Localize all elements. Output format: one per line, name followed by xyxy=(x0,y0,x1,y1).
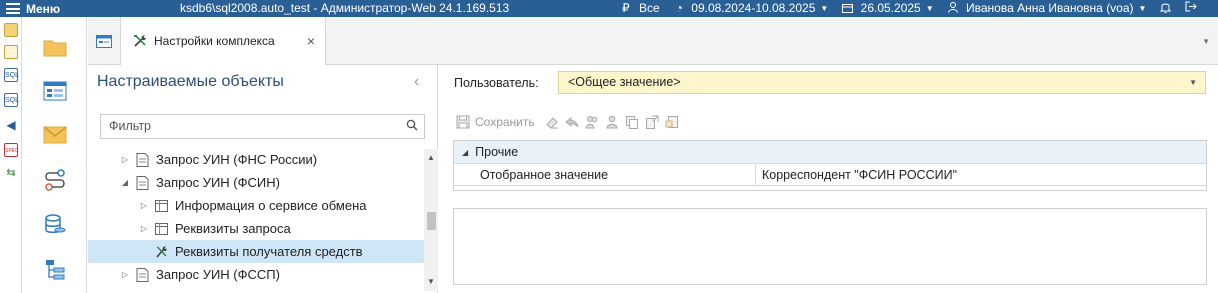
property-value[interactable]: Корреспондент "ФСИН РОССИИ" xyxy=(756,164,1206,185)
tab-strip: Настройки комплекса × ▼ xyxy=(88,17,1218,65)
property-name: Отобранное значение xyxy=(454,164,756,185)
tools-icon xyxy=(156,245,167,257)
expand-icon[interactable]: ▷ xyxy=(139,201,149,210)
folder-icon[interactable] xyxy=(43,36,67,60)
table-icon xyxy=(155,199,168,212)
tree-scrollbar[interactable]: ▲ ▼ xyxy=(424,149,438,291)
configurable-objects-panel: Настраиваемые объекты ‹ Фильтр ▷ Запрос … xyxy=(88,65,438,293)
tree-node[interactable]: ◢ Запрос УИН (ФСИН) xyxy=(88,171,424,194)
collapse-node-icon[interactable]: ◢ xyxy=(462,148,468,157)
bell-icon xyxy=(1160,3,1172,13)
currency-selector[interactable]: ₽ Все xyxy=(622,1,660,16)
scroll-up-icon[interactable]: ▲ xyxy=(427,153,435,162)
tabs-dropdown-icon[interactable]: ▼ xyxy=(1202,37,1210,46)
caret-down-icon: ▼ xyxy=(820,4,829,13)
side-nav xyxy=(22,17,87,293)
date-selector[interactable]: 26.05.2025 ▼ xyxy=(842,1,934,16)
chevron-down-icon: ▼ xyxy=(1189,78,1197,87)
publish-icon[interactable] xyxy=(4,23,18,37)
document-icon xyxy=(136,152,149,167)
desktop-icon xyxy=(96,34,112,48)
copy-icon[interactable] xyxy=(625,115,639,129)
user-group-icon[interactable] xyxy=(585,115,599,129)
database-icon[interactable] xyxy=(43,213,67,237)
user-selector[interactable]: Иванова Анна Ивановна (voa) ▼ xyxy=(947,1,1147,16)
group-row[interactable]: ◢ Прочие xyxy=(454,141,1206,164)
hamburger-icon xyxy=(6,3,20,14)
close-icon[interactable]: × xyxy=(307,33,315,49)
transfer-icon[interactable]: ⇆ xyxy=(4,166,18,180)
collapse-icon[interactable]: ‹ xyxy=(414,73,419,91)
tab-settings[interactable]: Настройки комплекса × xyxy=(120,17,326,65)
save-icon xyxy=(456,115,470,129)
quick-icon-strip: SQL SQL ◀ SPEC ⇆ xyxy=(0,17,22,293)
user-icon xyxy=(947,2,958,13)
route-icon[interactable] xyxy=(43,168,67,192)
tree-icon[interactable] xyxy=(43,258,67,282)
sql-icon[interactable]: SQL xyxy=(4,68,19,82)
tree-node[interactable]: ▷ Запрос УИН (ФССП) xyxy=(88,263,424,286)
tools-icon xyxy=(134,35,146,47)
user-label: Пользователь: xyxy=(454,76,539,90)
caret-down-icon: ▼ xyxy=(925,4,934,13)
top-bar: Меню ksdb6\sql2008.auto_test - Администр… xyxy=(0,0,1218,17)
expand-icon[interactable]: ▷ xyxy=(120,270,130,279)
tab-label: Настройки комплекса xyxy=(154,34,275,48)
filter-input[interactable]: Фильтр xyxy=(100,114,425,139)
menu-label: Меню xyxy=(26,1,61,16)
menu-button[interactable]: Меню xyxy=(0,2,86,16)
spec-icon[interactable]: SPEC xyxy=(4,143,19,157)
expand-icon[interactable]: ▷ xyxy=(120,155,130,164)
panel-title: Настраиваемые объекты xyxy=(97,73,284,90)
period-selector[interactable]: ◔ 09.08.2024-10.08.2025 ▼ xyxy=(676,1,829,16)
mail-icon[interactable] xyxy=(43,123,67,147)
objects-tree: ▷ Запрос УИН (ФНС России) ◢ Запрос УИН (… xyxy=(88,149,424,293)
user-icon[interactable] xyxy=(605,115,619,129)
toolbar: Сохранить xyxy=(456,113,679,131)
tab-home[interactable] xyxy=(88,17,120,65)
settings-panel: Пользователь: <Общее значение> ▼ Сохрани… xyxy=(439,65,1218,293)
undo-icon[interactable] xyxy=(564,115,579,129)
scroll-thumb[interactable] xyxy=(427,212,436,230)
description-area xyxy=(453,208,1207,285)
tree-node-selected[interactable]: Реквизиты получателя средств xyxy=(88,240,424,263)
clock-icon: ◔ xyxy=(675,1,683,15)
tree-node[interactable]: ▷ Запрос УИН (ФНС России) xyxy=(88,149,424,171)
scroll-down-icon[interactable]: ▼ xyxy=(427,277,435,286)
doc-icon[interactable] xyxy=(4,45,18,59)
user-select[interactable]: <Общее значение> ▼ xyxy=(558,71,1206,94)
properties-grid: ◢ Прочие Отобранное значение Корреспонде… xyxy=(453,140,1207,191)
sql-icon[interactable]: SQL xyxy=(4,93,19,107)
table-row[interactable]: Отобранное значение Корреспондент "ФСИН … xyxy=(454,164,1206,186)
collapse-node-icon[interactable]: ◢ xyxy=(120,178,130,187)
logout-icon xyxy=(1185,1,1198,12)
notifications-button[interactable] xyxy=(1160,1,1172,16)
expand-icon[interactable]: ▷ xyxy=(139,224,149,233)
calendar-icon xyxy=(842,4,854,13)
document-icon xyxy=(136,175,149,190)
announce-icon[interactable]: ◀ xyxy=(4,118,18,132)
eraser-icon[interactable] xyxy=(545,115,559,129)
document-icon xyxy=(136,267,149,282)
ruble-icon: ₽ xyxy=(622,1,630,15)
search-icon[interactable] xyxy=(406,119,418,131)
save-button[interactable]: Сохранить xyxy=(456,115,535,129)
table-icon xyxy=(155,222,168,235)
logout-button[interactable] xyxy=(1185,1,1198,16)
tree-node[interactable]: ▷ Реквизиты запроса xyxy=(88,217,424,240)
tree-node[interactable]: ▷ Информация о сервисе обмена xyxy=(88,194,424,217)
export-icon[interactable] xyxy=(645,115,659,129)
window-title: ksdb6\sql2008.auto_test - Администратор-… xyxy=(180,1,510,15)
caret-down-icon: ▼ xyxy=(1138,4,1147,13)
form-icon[interactable] xyxy=(43,79,67,103)
import-icon[interactable] xyxy=(665,115,679,129)
